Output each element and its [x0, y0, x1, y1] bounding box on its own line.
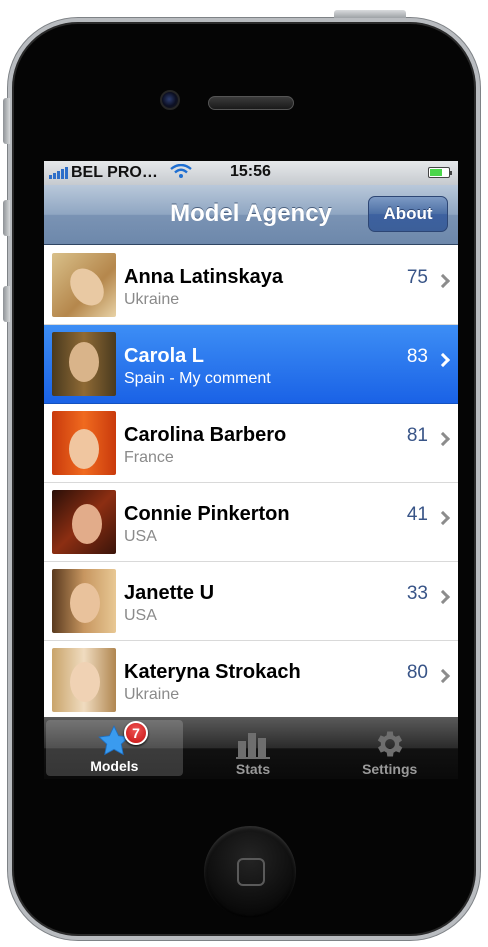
carrier-name: BEL PRO…: [71, 164, 158, 181]
earpiece-speaker: [208, 96, 294, 110]
list-item[interactable]: Carola L Spain - My comment 83: [44, 325, 458, 404]
list-item[interactable]: Carolina Barbero France 81: [44, 404, 458, 483]
status-time: 15:56: [230, 163, 271, 180]
status-bar: BEL PRO… 15:56: [44, 161, 458, 185]
model-name: Connie Pinkerton: [124, 503, 290, 525]
mute-switch: [3, 98, 10, 144]
tab-label: Settings: [362, 761, 418, 777]
avatar: [52, 569, 116, 633]
home-button-icon: [237, 858, 265, 886]
model-name: Anna Latinskaya: [124, 266, 283, 288]
model-list: Anna Latinskaya Ukraine 75 Carola L Spai…: [44, 246, 458, 720]
chevron-right-icon: [435, 589, 451, 605]
model-country: Ukraine: [124, 686, 180, 703]
model-country: France: [124, 449, 174, 466]
model-score: 41: [406, 504, 428, 525]
model-name: Kateryna Strokach: [124, 661, 301, 683]
tab-bar: Models 7 Stats Settings: [44, 717, 458, 779]
front-camera: [160, 90, 180, 110]
list-item[interactable]: Janette U USA 33: [44, 562, 458, 641]
wifi-icon: [170, 163, 192, 182]
signal-strength-icon: [49, 167, 68, 179]
gear-icon: [373, 727, 407, 761]
sleep-button: [334, 10, 406, 18]
list-item[interactable]: Kateryna Strokach Ukraine 80: [44, 641, 458, 720]
tab-models[interactable]: Models 7: [46, 720, 183, 776]
avatar: [52, 490, 116, 554]
avatar: [52, 648, 116, 712]
volume-down-button: [3, 286, 10, 322]
model-score: 81: [406, 425, 428, 446]
model-country: Spain - My comment: [124, 370, 271, 387]
model-score: 83: [406, 346, 428, 367]
chevron-right-icon: [435, 668, 451, 684]
list-item[interactable]: Anna Latinskaya Ukraine 75: [44, 246, 458, 325]
model-country: USA: [124, 528, 157, 545]
tab-label: Stats: [235, 761, 271, 777]
model-name: Carola L: [124, 345, 205, 367]
model-name: Carolina Barbero: [124, 424, 287, 446]
model-country: USA: [124, 607, 157, 624]
notification-badge: 7: [124, 721, 148, 745]
model-name: Janette U: [124, 582, 215, 604]
tab-label: Models: [90, 758, 139, 774]
about-button[interactable]: About: [368, 196, 448, 232]
list-item[interactable]: Connie Pinkerton USA 41: [44, 483, 458, 562]
navigation-bar: Model Agency About: [44, 185, 458, 245]
screen: BEL PRO… 15:56 Model Agency About Anna L…: [44, 161, 458, 779]
bar-chart-icon: [236, 727, 270, 761]
model-score: 80: [406, 662, 428, 683]
volume-up-button: [3, 200, 10, 236]
tab-stats[interactable]: Stats: [185, 717, 322, 779]
avatar: [52, 253, 116, 317]
battery-icon: [428, 167, 452, 178]
chevron-right-icon: [435, 352, 451, 368]
model-score: 75: [406, 267, 428, 288]
model-score: 33: [406, 583, 428, 604]
avatar: [52, 411, 116, 475]
tab-settings[interactable]: Settings: [321, 717, 458, 779]
avatar: [52, 332, 116, 396]
chevron-right-icon: [435, 510, 451, 526]
chevron-right-icon: [435, 273, 451, 289]
chevron-right-icon: [435, 431, 451, 447]
model-country: Ukraine: [124, 291, 180, 308]
